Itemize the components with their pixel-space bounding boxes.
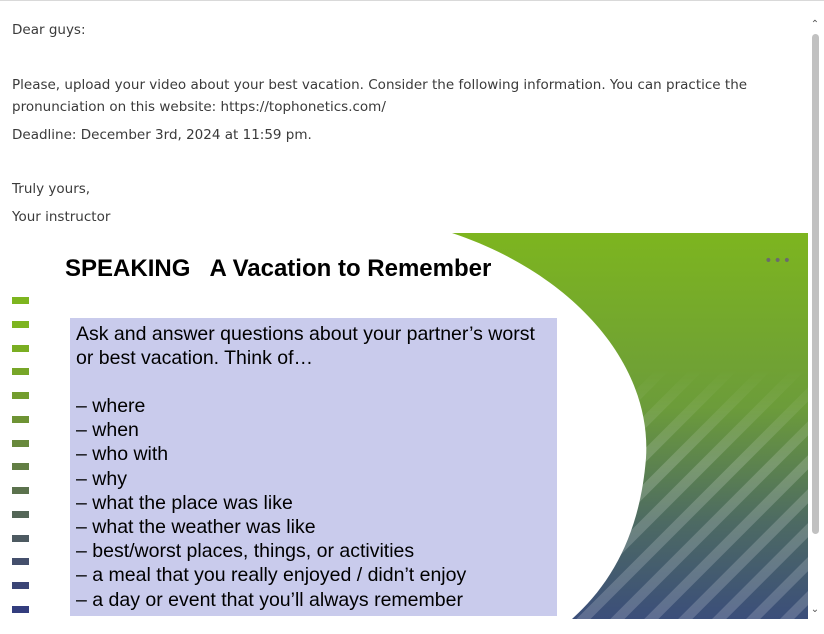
- body-line-2: pronunciation on this website: https://t…: [12, 99, 386, 115]
- body-line-1: Please, upload your video about your bes…: [12, 77, 748, 93]
- list-item: – what the weather was like: [76, 516, 316, 539]
- list-item: – where: [76, 395, 146, 417]
- signature-text: Your instructor: [12, 209, 111, 225]
- list-item: – when: [76, 419, 139, 442]
- list-item: – a day or event that you’ll always reme…: [76, 588, 463, 611]
- scroll-up-icon[interactable]: ⌃: [810, 20, 820, 30]
- task-intro: Ask and answer questions about your part…: [76, 323, 535, 369]
- list-item: – a meal that you really enjoyed / didn’…: [76, 564, 467, 587]
- task-list: – where – when – who with – why – what t…: [76, 394, 466, 612]
- task-box: Ask and answer questions about your part…: [70, 318, 557, 616]
- deadline-text: Deadline: December 3rd, 2024 at 11:59 pm…: [12, 127, 312, 143]
- embedded-slide: SPEAKING A Vacation to Remember Ask and …: [12, 233, 808, 619]
- scrollbar-thumb[interactable]: [812, 34, 819, 534]
- list-item: – why: [76, 467, 127, 490]
- slide-title: SPEAKING A Vacation to Remember: [65, 255, 492, 282]
- scroll-down-icon[interactable]: ⌄: [810, 605, 820, 615]
- greeting-text: Dear guys:: [12, 22, 86, 38]
- scrollbar[interactable]: [812, 34, 819, 596]
- top-divider: [0, 0, 824, 1]
- closing-text: Truly yours,: [12, 181, 91, 197]
- more-horizontal-icon[interactable]: •••: [764, 253, 792, 269]
- list-item: – best/worst places, things, or activiti…: [76, 540, 415, 563]
- list-item: – who with: [76, 443, 169, 466]
- list-item: – what the place was like: [76, 491, 293, 514]
